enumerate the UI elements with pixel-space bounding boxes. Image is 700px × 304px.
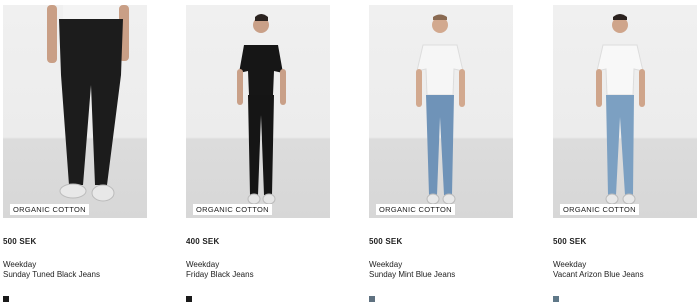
model-photo xyxy=(237,14,286,205)
color-swatch[interactable] xyxy=(186,296,192,302)
product-name[interactable]: Friday Black Jeans xyxy=(186,270,254,279)
product-card: ORGANIC COTTON 500 SEK Weekday Vacant Ar… xyxy=(553,5,697,302)
model-photo xyxy=(596,14,645,205)
product-name[interactable]: Vacant Arizon Blue Jeans xyxy=(553,270,644,279)
product-card: ORGANIC COTTON 400 SEK Weekday Friday Bl… xyxy=(186,5,330,302)
organic-cotton-badge: ORGANIC COTTON xyxy=(560,204,639,215)
product-card: ORGANIC COTTON 500 SEK Weekday Sunday Mi… xyxy=(369,5,513,302)
color-swatch[interactable] xyxy=(369,296,375,302)
organic-cotton-badge: ORGANIC COTTON xyxy=(10,204,89,215)
product-price: 500 SEK xyxy=(369,237,403,246)
product-price: 500 SEK xyxy=(553,237,587,246)
product-image[interactable]: ORGANIC COTTON xyxy=(186,5,330,218)
product-name[interactable]: Sunday Mint Blue Jeans xyxy=(369,270,455,279)
model-photo xyxy=(416,14,465,205)
color-swatch[interactable] xyxy=(553,296,559,302)
product-image[interactable]: ORGANIC COTTON xyxy=(3,5,147,218)
product-price: 500 SEK xyxy=(3,237,37,246)
color-swatch[interactable] xyxy=(3,296,9,302)
organic-cotton-badge: ORGANIC COTTON xyxy=(376,204,455,215)
organic-cotton-badge: ORGANIC COTTON xyxy=(193,204,272,215)
model-photo xyxy=(47,5,129,202)
product-name[interactable]: Sunday Tuned Black Jeans xyxy=(3,270,100,279)
product-brand: Weekday xyxy=(186,260,220,269)
product-brand: Weekday xyxy=(369,260,403,269)
product-brand: Weekday xyxy=(553,260,587,269)
product-brand: Weekday xyxy=(3,260,37,269)
product-card: ORGANIC COTTON 500 SEK Weekday Sunday Tu… xyxy=(3,5,147,302)
product-image[interactable]: ORGANIC COTTON xyxy=(553,5,697,218)
product-image[interactable]: ORGANIC COTTON xyxy=(369,5,513,218)
product-price: 400 SEK xyxy=(186,237,220,246)
